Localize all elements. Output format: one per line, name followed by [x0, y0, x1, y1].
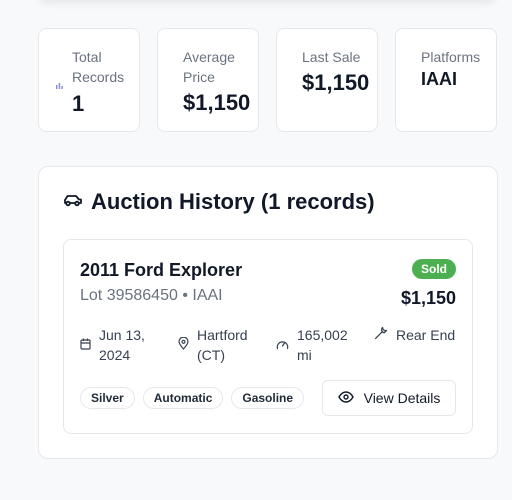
stat-average-price: Average Price $1,150	[157, 28, 259, 132]
status-badge: Sold	[412, 259, 456, 279]
gauge-icon	[276, 335, 289, 355]
stat-label: Platforms	[421, 49, 481, 65]
eye-icon	[337, 390, 354, 406]
stats-row: Total Records 1 Average Price $1,150 Las…	[38, 28, 498, 134]
stat-value: IAAI	[421, 69, 457, 89]
sale-date: Jun 13, 2024	[80, 325, 160, 365]
stat-platforms: Platforms IAAI	[395, 28, 497, 132]
sale-date-text: Jun 13, 2024	[99, 327, 145, 363]
mileage-text: 165,002 mi	[297, 327, 348, 363]
auction-history-panel: Auction History (1 records) 2011 Ford Ex…	[38, 166, 498, 459]
auction-history-title: Auction History (1 records)	[91, 189, 375, 214]
tag-fuel: Gasoline	[231, 387, 305, 409]
chart-icon	[55, 77, 64, 89]
lot-info: Lot 39586450 • IAAI	[80, 287, 223, 304]
tag-color: Silver	[80, 387, 135, 409]
view-details-button[interactable]: View Details	[322, 380, 456, 416]
damage-type: Rear End	[374, 325, 455, 345]
calendar-icon	[80, 335, 91, 355]
car-icon	[63, 192, 83, 213]
stat-value: $1,150	[302, 70, 370, 95]
sale-location-text: Hartford (CT)	[197, 327, 248, 363]
auction-record-card: 2011 Ford Explorer Lot 39586450 • IAAI S…	[63, 239, 473, 434]
stat-label: Last Sale	[302, 49, 361, 65]
wrench-icon	[374, 325, 388, 345]
stat-label: Total Records	[72, 49, 125, 85]
stat-label: Average Price	[183, 49, 235, 85]
stat-value: $1,150	[183, 90, 251, 115]
stat-last-sale: Last Sale $1,150	[276, 28, 378, 132]
stat-total-records: Total Records 1	[38, 28, 140, 132]
vehicle-title: 2011 Ford Explorer	[80, 260, 243, 280]
sale-location: Hartford (CT)	[178, 325, 264, 365]
mileage: 165,002 mi	[276, 325, 356, 365]
vehicle-tags: Silver Automatic Gasoline	[80, 387, 312, 409]
tag-transmission: Automatic	[142, 387, 224, 409]
location-pin-icon	[178, 335, 189, 355]
auction-history-header: Auction History (1 records)	[63, 189, 375, 215]
view-details-label: View Details	[363, 390, 441, 406]
stat-value: 1	[72, 91, 85, 116]
damage-type-text: Rear End	[396, 327, 456, 343]
sale-price: $1,150	[400, 288, 456, 308]
